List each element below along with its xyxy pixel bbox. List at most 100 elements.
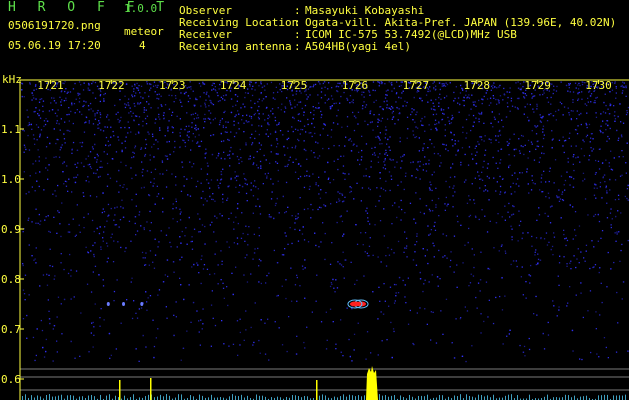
noise-dot xyxy=(536,145,538,147)
noise-dot xyxy=(242,115,244,117)
spectrum-bin xyxy=(262,395,263,400)
noise-dot xyxy=(260,319,262,321)
noise-dot xyxy=(153,156,155,158)
noise-dot xyxy=(56,351,58,353)
noise-dot xyxy=(578,91,581,94)
noise-dot xyxy=(435,187,437,189)
noise-dot xyxy=(97,124,99,126)
noise-dot xyxy=(422,290,424,293)
noise-dot xyxy=(205,148,207,150)
noise-dot xyxy=(337,82,339,84)
spectrum-bin xyxy=(40,396,41,400)
noise-dot xyxy=(578,262,580,264)
noise-dot xyxy=(552,254,554,256)
noise-dot xyxy=(285,279,287,281)
noise-dot xyxy=(45,350,47,353)
noise-dot xyxy=(258,265,260,267)
noise-dot xyxy=(337,168,339,171)
noise-dot xyxy=(551,130,553,132)
noise-dot xyxy=(35,124,38,126)
noise-dot xyxy=(568,87,570,89)
noise-dot xyxy=(284,212,286,214)
noise-dot xyxy=(416,168,418,170)
noise-dot xyxy=(523,153,525,156)
noise-dot xyxy=(527,183,529,185)
noise-dot xyxy=(235,186,237,188)
noise-dot xyxy=(247,244,249,246)
noise-dot xyxy=(607,357,609,359)
noise-dot xyxy=(110,236,112,239)
noise-dot xyxy=(440,310,442,312)
noise-dot xyxy=(364,251,366,253)
noise-dot xyxy=(220,132,222,135)
spectrum-bin xyxy=(361,396,362,400)
noise-dot xyxy=(583,257,585,259)
noise-dot xyxy=(620,134,623,136)
noise-dot xyxy=(456,264,458,266)
noise-dot xyxy=(131,94,133,96)
noise-dot xyxy=(259,148,261,150)
noise-dot xyxy=(67,272,70,275)
noise-dot xyxy=(382,313,385,315)
noise-dot xyxy=(589,290,592,292)
noise-dot xyxy=(268,272,270,274)
noise-dot xyxy=(562,136,564,138)
noise-dot xyxy=(508,142,510,145)
noise-dot xyxy=(21,89,23,91)
noise-dot xyxy=(594,213,597,216)
noise-dot xyxy=(419,307,421,309)
noise-dot xyxy=(43,189,45,191)
noise-dot xyxy=(39,117,42,119)
noise-dot xyxy=(108,332,111,335)
noise-dot xyxy=(218,152,220,155)
noise-dot xyxy=(366,207,368,209)
noise-dot xyxy=(175,176,177,178)
noise-dot xyxy=(438,122,440,124)
noise-dot xyxy=(357,322,359,324)
noise-dot xyxy=(171,94,173,97)
spectrum-bin xyxy=(166,394,167,400)
noise-dot xyxy=(543,170,545,172)
noise-dot xyxy=(130,167,132,169)
noise-dot xyxy=(522,232,524,234)
noise-dot xyxy=(56,115,58,117)
noise-dot xyxy=(495,190,497,192)
noise-dot xyxy=(456,286,458,288)
noise-dot xyxy=(501,244,503,246)
noise-dot xyxy=(138,123,140,126)
noise-dot xyxy=(386,339,388,341)
noise-dot xyxy=(31,186,33,188)
noise-dot xyxy=(153,178,155,180)
noise-dot xyxy=(181,230,183,233)
noise-dot xyxy=(208,110,210,112)
noise-dot xyxy=(367,123,369,126)
noise-dot xyxy=(250,116,253,118)
noise-dot xyxy=(424,255,426,257)
noise-dot xyxy=(579,358,581,360)
noise-dot xyxy=(498,102,500,104)
noise-dot xyxy=(309,94,311,96)
noise-dot xyxy=(600,131,602,133)
noise-dot xyxy=(96,153,98,155)
noise-dot xyxy=(69,253,71,256)
noise-dot xyxy=(627,350,629,352)
noise-dot xyxy=(321,114,323,116)
noise-dot xyxy=(72,141,75,144)
noise-dot xyxy=(72,122,74,125)
noise-dot xyxy=(253,156,255,159)
noise-dot xyxy=(73,296,75,298)
noise-dot xyxy=(372,81,375,83)
noise-dot xyxy=(418,137,420,139)
noise-dot xyxy=(360,200,362,202)
noise-dot xyxy=(234,171,236,173)
noise-dot xyxy=(450,251,452,253)
noise-dot xyxy=(368,187,370,189)
noise-dot xyxy=(258,118,260,120)
noise-dot xyxy=(517,81,519,83)
noise-dot xyxy=(613,157,615,159)
noise-dot xyxy=(112,158,114,160)
noise-dot xyxy=(619,103,621,105)
noise-dot xyxy=(566,265,568,267)
noise-dot xyxy=(377,156,379,158)
noise-dot xyxy=(85,121,87,123)
